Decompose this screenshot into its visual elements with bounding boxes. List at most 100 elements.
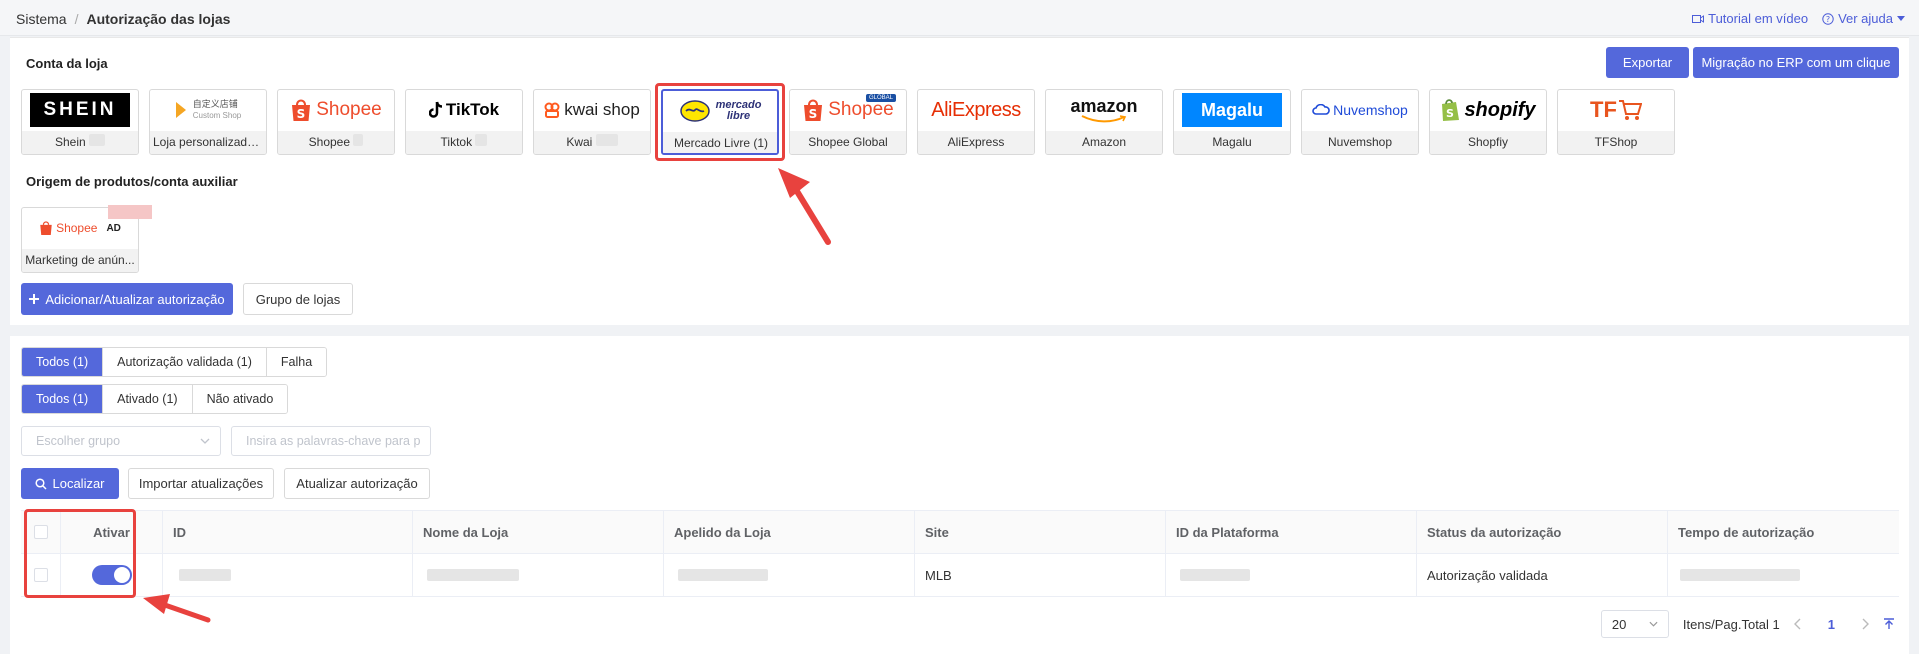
shopee-bag-icon: S xyxy=(804,99,823,121)
back-to-top-icon[interactable] xyxy=(1883,618,1895,630)
erp-migration-button[interactable]: Migração no ERP com um clique xyxy=(1693,47,1899,78)
import-updates-button[interactable]: Importar atualizações xyxy=(128,468,274,499)
tutorial-link[interactable]: Tutorial em vídeo xyxy=(1692,11,1808,26)
amazon-logo: amazon xyxy=(1046,90,1162,130)
help-link-label: Ver ajuda xyxy=(1838,11,1893,26)
pagination-summary: Itens/Pag.Total 1 xyxy=(1682,616,1780,632)
chevron-right-icon[interactable] xyxy=(1861,618,1869,630)
svg-text:S: S xyxy=(809,107,818,121)
row-auth-status-cell: Autorização validada xyxy=(1417,554,1668,596)
breadcrumb-root[interactable]: Sistema xyxy=(16,11,67,27)
svg-text:S: S xyxy=(1446,107,1454,120)
row-store-name-cell xyxy=(413,554,664,596)
redacted-id xyxy=(179,569,231,581)
header-site: Site xyxy=(915,511,1166,553)
platform-tile-aliexpress[interactable]: AliExpress AliExpress xyxy=(917,89,1035,155)
platform-label: Shopfiy xyxy=(1430,131,1546,154)
kwai-icon xyxy=(544,102,560,118)
platform-label: AliExpress xyxy=(918,131,1034,154)
annotation-arrow-icon xyxy=(143,594,211,623)
amazon-smile-icon xyxy=(1081,115,1127,123)
mercado-libre-logo: mercado libre xyxy=(663,91,777,131)
tiktok-note-icon xyxy=(428,101,442,118)
update-authorization-button[interactable]: Atualizar autorização xyxy=(284,468,430,499)
plus-icon xyxy=(29,294,40,304)
breadcrumb-separator: / xyxy=(74,11,79,27)
highlight-box-activate xyxy=(24,509,136,598)
filter-auth-validated[interactable]: Autorização validada (1) xyxy=(103,348,267,376)
filter-active-off[interactable]: Não ativado xyxy=(192,385,288,413)
filter-active-on[interactable]: Ativado (1) xyxy=(103,385,193,413)
platform-label: TFShop xyxy=(1558,131,1674,154)
header-platform-id: ID da Plataforma xyxy=(1166,511,1417,553)
aliexpress-logo: AliExpress xyxy=(931,98,1021,121)
platform-tile-shopee[interactable]: S Shopee Shopee xyxy=(277,89,395,155)
redacted-store-name xyxy=(427,569,519,581)
platform-tile-mercado-livre[interactable]: mercado libre Mercado Livre (1) xyxy=(661,89,779,155)
active-status-filter: Todos (1) Ativado (1) Não ativado xyxy=(21,384,289,414)
header-id: ID xyxy=(163,511,413,553)
filter-auth-failed[interactable]: Falha xyxy=(266,348,327,376)
platform-label: Kwai xyxy=(534,131,650,154)
add-authorization-label: Adicionar/Atualizar autorização xyxy=(45,291,225,307)
custom-shop-icon xyxy=(175,102,186,118)
platform-label: Marketing de anún... xyxy=(22,249,138,272)
platform-label: Magalu xyxy=(1174,131,1290,154)
platform-tile-shopify[interactable]: S shopify Shopfiy xyxy=(1429,89,1547,155)
platform-label: Loja personalizada... xyxy=(150,131,266,154)
page-number[interactable]: 1 xyxy=(1816,617,1847,632)
mercado-libre-handshake-icon xyxy=(679,100,710,122)
cloud-icon xyxy=(1312,104,1330,115)
redacted-platform-id xyxy=(1180,569,1250,581)
platform-label: Shopee Global xyxy=(790,131,906,154)
filter-auth-all[interactable]: Todos (1) xyxy=(22,348,104,376)
page-title: Autorização das lojas xyxy=(86,11,231,27)
top-bar: Sistema / Autorização das lojas Tutorial e… xyxy=(0,0,1919,36)
platform-tile-custom-shop[interactable]: 自定义店铺 Custom Shop Loja personalizada... xyxy=(149,89,267,155)
table-row: MLB Autorização validada xyxy=(21,554,1899,597)
row-id-cell xyxy=(163,554,413,596)
chevron-down-icon xyxy=(200,438,210,444)
svg-text:S: S xyxy=(297,107,306,121)
keyword-search-input[interactable]: Insira as palavras-chave para p xyxy=(231,426,431,456)
platform-tile-tiktok[interactable]: TikTok Tiktok xyxy=(405,89,523,155)
platform-tile-shein[interactable]: SHEIN Shein xyxy=(21,89,139,155)
chevron-left-icon[interactable] xyxy=(1793,618,1802,630)
find-button[interactable]: Localizar xyxy=(21,468,119,499)
platform-tile-amazon[interactable]: amazon Amazon xyxy=(1045,89,1163,155)
platform-tile-shopee-global[interactable]: S Shopee GLOBAL Shopee Global xyxy=(789,89,907,155)
pagination: 20 Itens/Pag.Total 1 1 xyxy=(1600,610,1895,638)
platform-label: Mercado Livre (1) xyxy=(663,132,777,153)
row-site-cell: MLB xyxy=(915,554,1166,596)
top-links: Tutorial em vídeo ? Ver ajuda xyxy=(1692,11,1905,26)
platform-label: Shein xyxy=(22,131,138,154)
platform-tile-nuvemshop[interactable]: Nuvemshop Nuvemshop xyxy=(1301,89,1419,155)
header-store-name: Nome da Loja xyxy=(413,511,664,553)
search-icon xyxy=(35,477,48,490)
shopify-logo: S shopify xyxy=(1430,90,1546,130)
platform-tile-kwai[interactable]: kwai shop Kwai xyxy=(533,89,651,155)
group-select[interactable]: Escolher grupo xyxy=(21,426,221,456)
platform-tile-tfshop[interactable]: TF TFShop xyxy=(1557,89,1675,155)
caret-down-icon xyxy=(1897,15,1905,21)
chevron-down-icon xyxy=(1649,621,1658,627)
find-button-label: Localizar xyxy=(52,476,105,491)
platform-label: Tiktok xyxy=(406,131,522,154)
section-title-store: Conta da loja xyxy=(26,56,108,71)
magalu-logo: Magalu xyxy=(1174,90,1290,130)
platform-label: Shopee xyxy=(278,131,394,154)
platform-tile-magalu[interactable]: Magalu Magalu xyxy=(1173,89,1291,155)
page-size-select[interactable]: 20 xyxy=(1600,610,1669,638)
help-icon: ? xyxy=(1822,12,1834,25)
add-authorization-button[interactable]: Adicionar/Atualizar autorização xyxy=(21,283,233,315)
store-group-button[interactable]: Grupo de lojas xyxy=(243,283,353,315)
shopee-bag-icon: S xyxy=(292,99,311,121)
tfshop-logo: TF xyxy=(1558,90,1674,130)
help-link[interactable]: ? Ver ajuda xyxy=(1822,11,1905,26)
shopee-bag-icon xyxy=(40,221,52,235)
tutorial-link-label: Tutorial em vídeo xyxy=(1708,11,1809,26)
row-platform-id-cell xyxy=(1166,554,1417,596)
custom-shop-logo: 自定义店铺 Custom Shop xyxy=(150,90,266,130)
export-button[interactable]: Exportar xyxy=(1606,47,1689,78)
filter-active-all[interactable]: Todos (1) xyxy=(22,385,104,413)
